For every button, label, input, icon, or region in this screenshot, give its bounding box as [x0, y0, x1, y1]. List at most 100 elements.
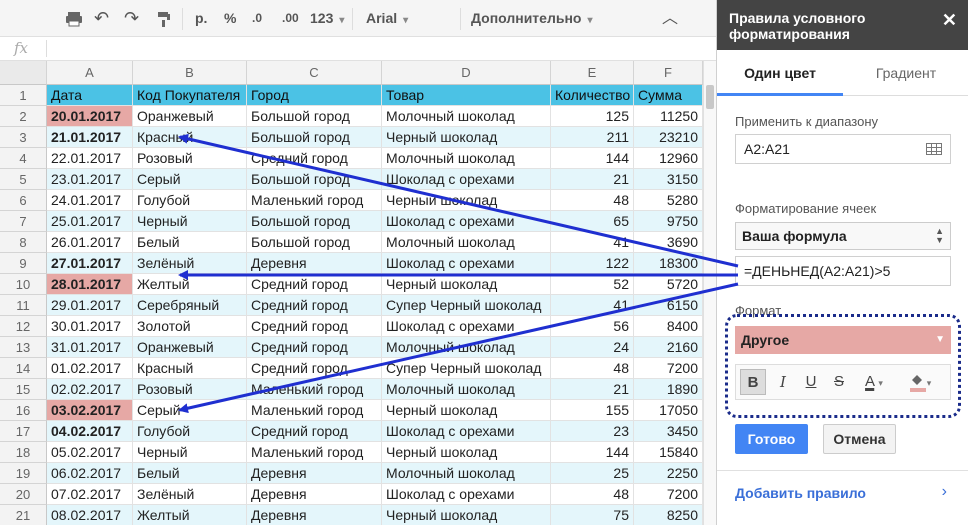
table-cell[interactable]: Средний город — [247, 358, 382, 379]
table-cell[interactable]: Большой город — [247, 169, 382, 190]
row-header[interactable]: 21 — [0, 505, 47, 525]
table-cell[interactable]: 6150 — [634, 295, 703, 316]
table-cell[interactable]: Большой город — [247, 232, 382, 253]
table-cell[interactable]: Большой город — [247, 127, 382, 148]
row-header[interactable]: 20 — [0, 484, 47, 505]
table-cell[interactable]: Черный — [133, 442, 247, 463]
table-cell[interactable]: 7200 — [634, 484, 703, 505]
table-cell[interactable]: 18300 — [634, 253, 703, 274]
table-cell[interactable]: Желтый — [133, 274, 247, 295]
percent-format-button[interactable]: % — [224, 0, 236, 37]
table-cell[interactable]: 5280 — [634, 190, 703, 211]
fill-color-icon[interactable]: ▾ — [900, 369, 940, 395]
table-cell[interactable]: Маленький город — [247, 190, 382, 211]
table-cell[interactable]: Красный — [133, 127, 247, 148]
table-cell[interactable]: Средний город — [247, 148, 382, 169]
table-cell[interactable]: Средний город — [247, 274, 382, 295]
table-cell[interactable]: 21.01.2017 — [47, 127, 133, 148]
table-cell[interactable]: 75 — [551, 505, 634, 525]
table-cell[interactable]: 23.01.2017 — [47, 169, 133, 190]
table-cell[interactable]: Черный шоколад — [382, 400, 551, 421]
table-cell[interactable]: Деревня — [247, 505, 382, 525]
table-cell[interactable]: 04.02.2017 — [47, 421, 133, 442]
table-cell[interactable]: Голубой — [133, 421, 247, 442]
table-cell[interactable]: Шоколад с орехами — [382, 484, 551, 505]
table-cell[interactable]: 24 — [551, 337, 634, 358]
table-cell[interactable]: 26.01.2017 — [47, 232, 133, 253]
column-header-b[interactable]: B — [133, 61, 247, 85]
table-cell[interactable]: 52 — [551, 274, 634, 295]
tab-gradient[interactable]: Градиент — [843, 50, 968, 96]
table-cell[interactable]: 25 — [551, 463, 634, 484]
table-cell[interactable]: 8250 — [634, 505, 703, 525]
table-cell[interactable]: 41 — [551, 295, 634, 316]
row-header[interactable]: 9 — [0, 253, 47, 274]
table-cell[interactable]: 3150 — [634, 169, 703, 190]
decrease-decimal-button[interactable]: .0 — [252, 0, 262, 37]
done-button[interactable]: Готово — [735, 424, 808, 454]
table-cell[interactable]: Большой город — [247, 106, 382, 127]
table-cell[interactable]: 56 — [551, 316, 634, 337]
table-cell[interactable]: 8400 — [634, 316, 703, 337]
header-cell[interactable]: Товар — [382, 85, 551, 106]
table-cell[interactable]: Маленький город — [247, 442, 382, 463]
table-cell[interactable]: 122 — [551, 253, 634, 274]
table-cell[interactable]: Красный — [133, 358, 247, 379]
table-cell[interactable]: Черный шоколад — [382, 442, 551, 463]
table-cell[interactable]: 155 — [551, 400, 634, 421]
table-cell[interactable]: Деревня — [247, 484, 382, 505]
table-cell[interactable]: Шоколад с орехами — [382, 316, 551, 337]
table-cell[interactable]: 24.01.2017 — [47, 190, 133, 211]
row-header[interactable]: 14 — [0, 358, 47, 379]
row-header[interactable]: 18 — [0, 442, 47, 463]
table-cell[interactable]: 12960 — [634, 148, 703, 169]
table-cell[interactable]: Молочный шоколад — [382, 379, 551, 400]
tab-single-color[interactable]: Один цвет — [717, 50, 843, 96]
table-cell[interactable]: Черный шоколад — [382, 274, 551, 295]
table-cell[interactable]: 65 — [551, 211, 634, 232]
table-cell[interactable]: 23 — [551, 421, 634, 442]
table-cell[interactable]: Супер Черный шоколад — [382, 358, 551, 379]
table-cell[interactable]: Средний город — [247, 316, 382, 337]
table-cell[interactable]: 3690 — [634, 232, 703, 253]
row-header[interactable]: 7 — [0, 211, 47, 232]
table-cell[interactable]: Серый — [133, 400, 247, 421]
table-cell[interactable]: Маленький город — [247, 400, 382, 421]
cancel-button[interactable]: Отмена — [823, 424, 896, 454]
table-cell[interactable]: Молочный шоколад — [382, 463, 551, 484]
table-cell[interactable]: Молочный шоколад — [382, 337, 551, 358]
table-cell[interactable]: 31.01.2017 — [47, 337, 133, 358]
table-cell[interactable]: Оранжевый — [133, 337, 247, 358]
row-header[interactable]: 17 — [0, 421, 47, 442]
table-cell[interactable]: Шоколад с орехами — [382, 211, 551, 232]
table-cell[interactable]: 29.01.2017 — [47, 295, 133, 316]
row-header[interactable]: 2 — [0, 106, 47, 127]
table-cell[interactable]: 02.02.2017 — [47, 379, 133, 400]
table-cell[interactable]: 05.02.2017 — [47, 442, 133, 463]
table-cell[interactable]: Деревня — [247, 463, 382, 484]
table-cell[interactable]: 27.01.2017 — [47, 253, 133, 274]
print-icon[interactable] — [64, 0, 84, 37]
row-header[interactable]: 19 — [0, 463, 47, 484]
table-cell[interactable]: Средний город — [247, 421, 382, 442]
table-cell[interactable]: 03.02.2017 — [47, 400, 133, 421]
table-cell[interactable]: 48 — [551, 358, 634, 379]
row-header[interactable]: 6 — [0, 190, 47, 211]
table-cell[interactable]: Шоколад с орехами — [382, 421, 551, 442]
table-cell[interactable]: Деревня — [247, 253, 382, 274]
table-cell[interactable]: Черный шоколад — [382, 190, 551, 211]
table-cell[interactable]: 17050 — [634, 400, 703, 421]
table-cell[interactable]: 125 — [551, 106, 634, 127]
table-cell[interactable]: 1890 — [634, 379, 703, 400]
table-cell[interactable]: 3450 — [634, 421, 703, 442]
bold-icon[interactable]: B — [740, 369, 766, 395]
text-color-icon[interactable]: A ▾ — [854, 369, 894, 395]
currency-format-button[interactable]: р. — [195, 0, 207, 37]
table-cell[interactable]: Черный шоколад — [382, 505, 551, 525]
table-cell[interactable]: 144 — [551, 148, 634, 169]
table-cell[interactable]: Голубой — [133, 190, 247, 211]
row-header[interactable]: 12 — [0, 316, 47, 337]
table-cell[interactable]: 28.01.2017 — [47, 274, 133, 295]
column-header-a[interactable]: A — [47, 61, 133, 85]
table-cell[interactable]: 5720 — [634, 274, 703, 295]
